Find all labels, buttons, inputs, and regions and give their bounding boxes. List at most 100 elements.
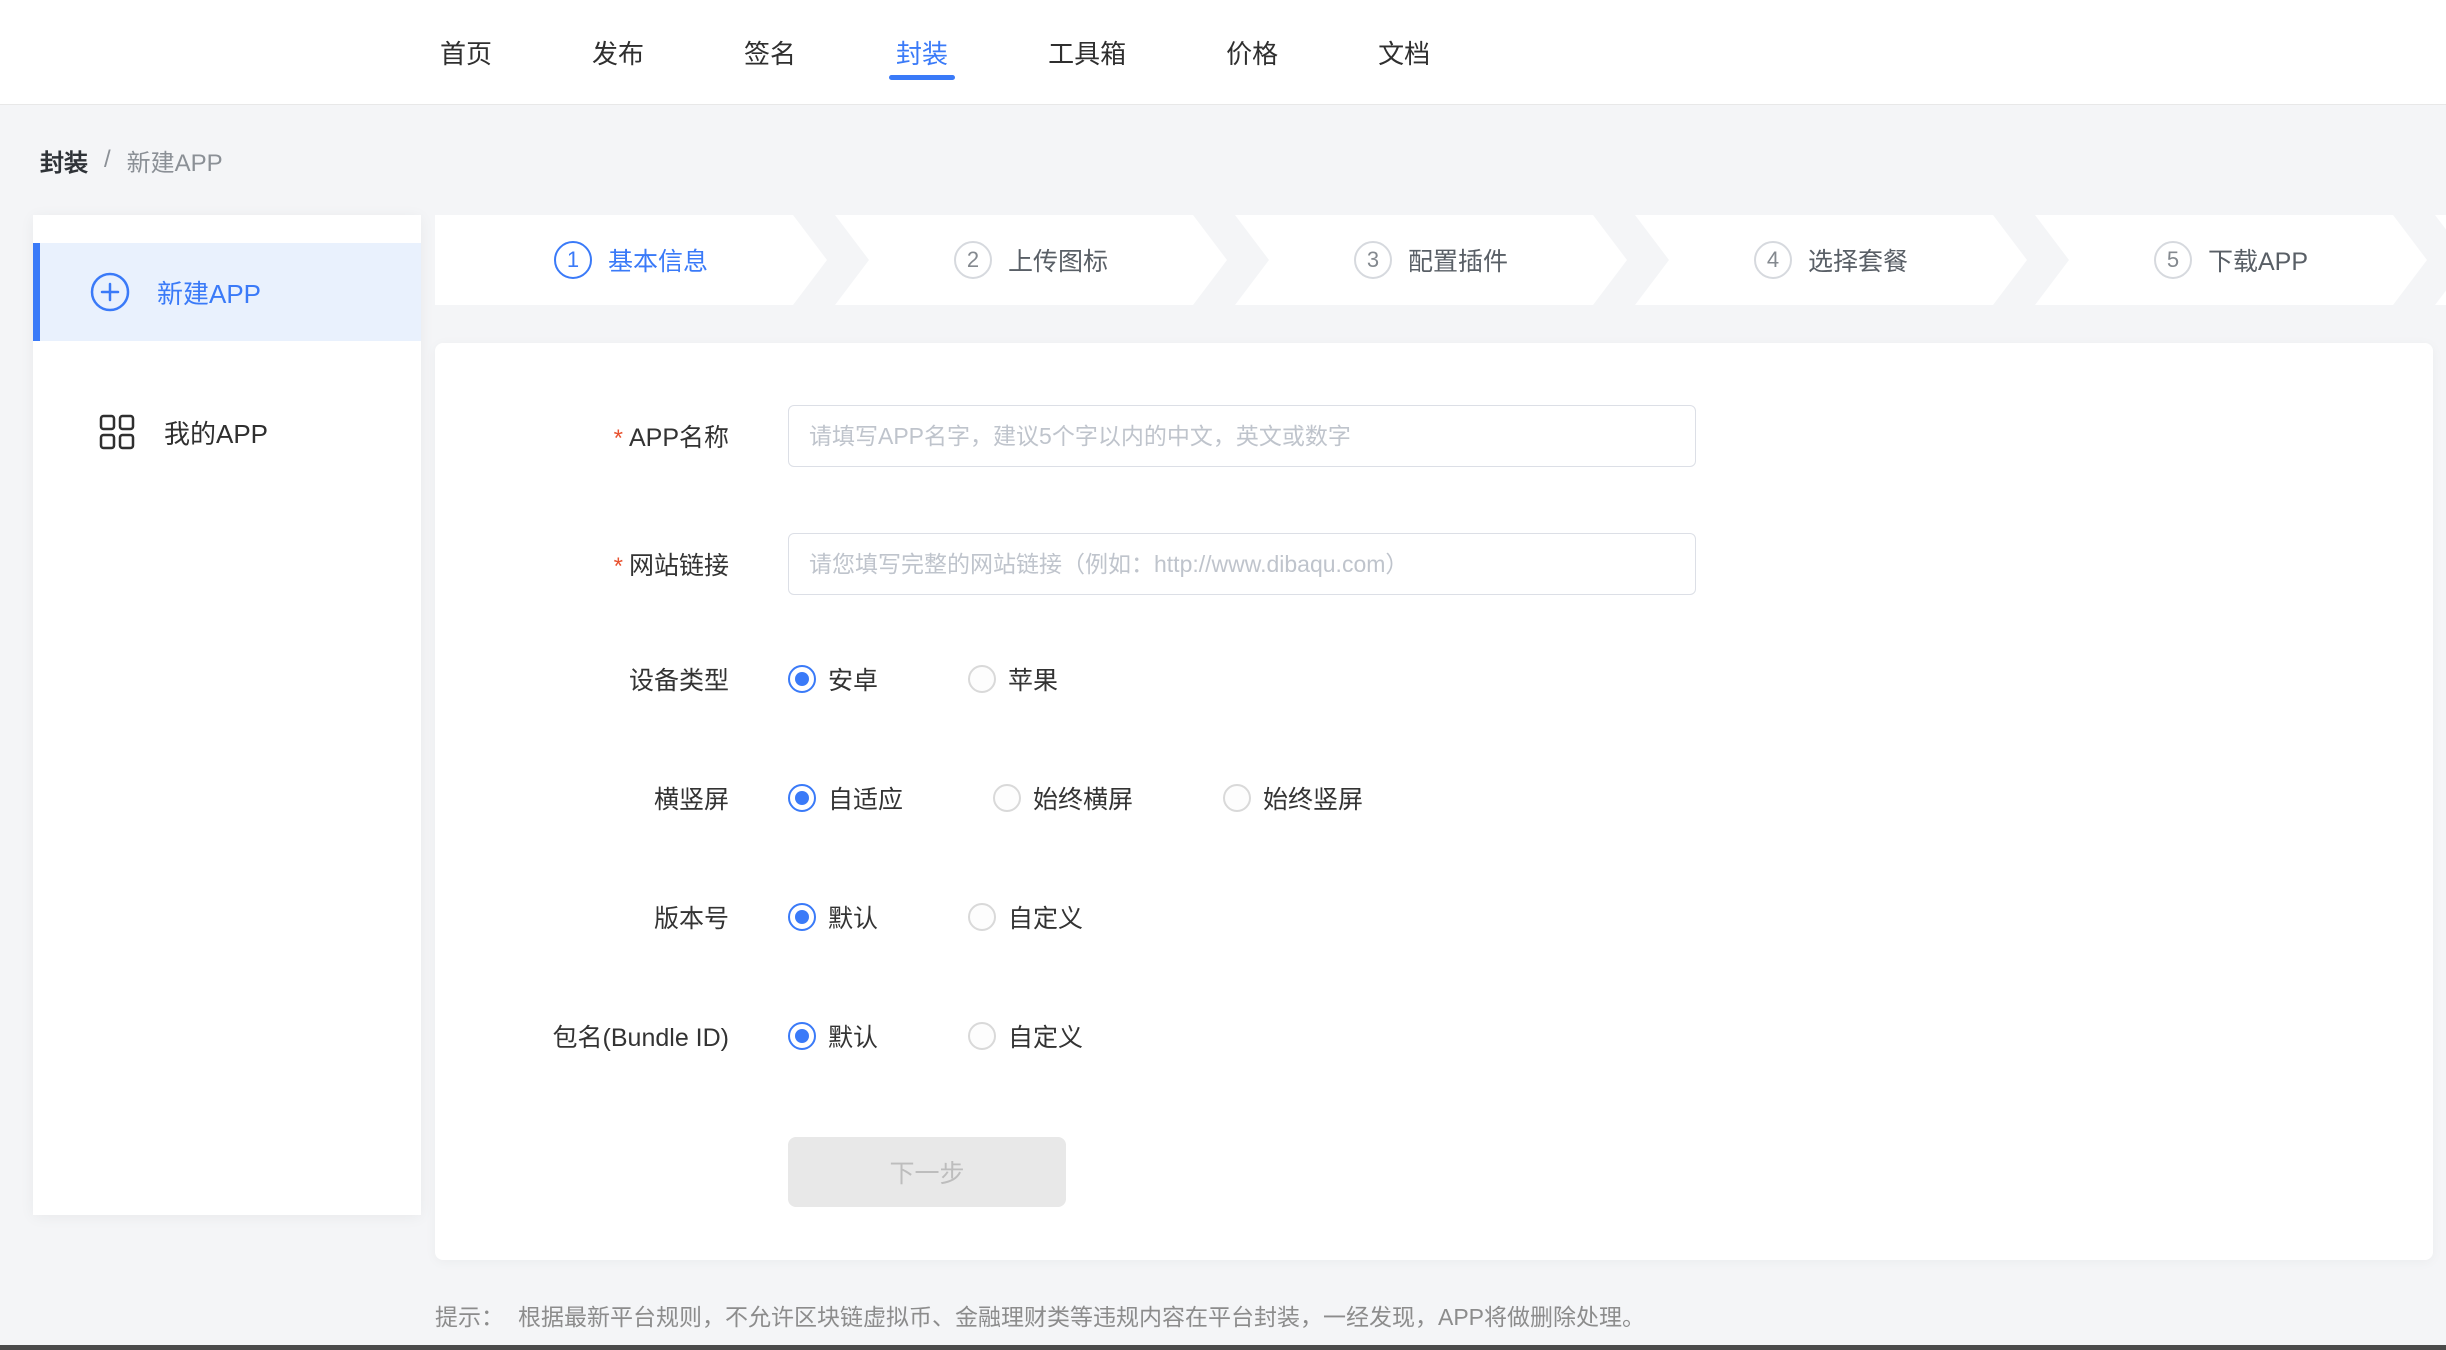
radio-group: 默认 自定义 [788, 1018, 1083, 1054]
required-asterisk: * [614, 553, 623, 580]
radio-icon [968, 665, 996, 693]
radio-option-label: 苹果 [1008, 661, 1058, 697]
radio-option[interactable]: 自定义 [968, 899, 1083, 935]
field-label-text: APP名称 [629, 424, 729, 452]
nav-item-3[interactable]: 签名 [744, 0, 796, 104]
step-wizard: 1 基本信息 2 上传图标 3 配置插件 4 选择套餐 5 下载APP [435, 215, 2446, 305]
nav-item-label: 工具箱 [1048, 34, 1126, 71]
radio-option[interactable]: 始终竖屏 [1223, 780, 1363, 816]
step-number: 2 [967, 247, 979, 273]
new-app-form: *APP名称 *网站链接 设备类型 安卓 苹果 横竖屏 自适应 始终横屏 始终竖… [435, 343, 2433, 1260]
breadcrumb-separator: / [104, 146, 111, 174]
breadcrumb-current: 新建APP [127, 143, 223, 178]
field-label: 版本号 [435, 899, 729, 935]
radio-icon [968, 1022, 996, 1050]
radio-option-label: 自定义 [1008, 1018, 1083, 1054]
radio-option[interactable]: 自定义 [968, 1018, 1083, 1054]
nav-item-label: 签名 [744, 34, 796, 71]
nav-item-2[interactable]: 发布 [592, 0, 644, 104]
form-row-2: 设备类型 安卓 苹果 [435, 661, 2433, 697]
radio-group: 安卓 苹果 [788, 661, 1058, 697]
field-label-text: 设备类型 [629, 667, 729, 695]
field-label-text: 网站链接 [629, 552, 729, 580]
form-row-3: 横竖屏 自适应 始终横屏 始终竖屏 [435, 780, 2433, 816]
radio-group: 自适应 始终横屏 始终竖屏 [788, 780, 1363, 816]
step-number-circle: 4 [1754, 241, 1792, 279]
radio-option[interactable]: 自适应 [788, 780, 903, 816]
radio-option[interactable]: 默认 [788, 1018, 878, 1054]
form-rows-mount: *APP名称 *网站链接 设备类型 安卓 苹果 横竖屏 自适应 始终横屏 始终竖… [435, 405, 2433, 1054]
field-label-text: 版本号 [654, 905, 729, 933]
field-label: *APP名称 [435, 418, 729, 454]
breadcrumb-root[interactable]: 封装 [40, 143, 88, 178]
step-number: 4 [1767, 247, 1779, 273]
tip-text: 根据最新平台规则，不允许区块链虚拟币、金融理财类等违规内容在平台封装，一经发现，… [518, 1298, 1645, 1332]
nav-item-5[interactable]: 工具箱 [1048, 0, 1126, 104]
step-number-circle: 2 [954, 241, 992, 279]
step-number: 3 [1367, 247, 1379, 273]
radio-option-label: 始终横屏 [1033, 780, 1133, 816]
nav-item-label: 文档 [1378, 34, 1430, 71]
step-5: 5 下载APP [2035, 215, 2427, 305]
radio-option-label: 默认 [828, 899, 878, 935]
main-panel: 1 基本信息 2 上传图标 3 配置插件 4 选择套餐 5 下载APP *APP… [435, 215, 2446, 1332]
form-row-5: 包名(Bundle ID) 默认 自定义 [435, 1018, 2433, 1054]
field-label: 包名(Bundle ID) [435, 1018, 729, 1054]
sidebar-item-label: 我的APP [164, 414, 268, 451]
text-input[interactable] [788, 533, 1696, 595]
field-label-text: 横竖屏 [654, 786, 729, 814]
radio-option-label: 始终竖屏 [1263, 780, 1363, 816]
radio-icon [968, 903, 996, 931]
step-label: 基本信息 [608, 242, 708, 278]
step-label: 上传图标 [1008, 242, 1108, 278]
nav-item-1[interactable]: 首页 [440, 0, 492, 104]
sidebar-item-label: 新建APP [157, 274, 261, 311]
radio-icon [788, 665, 816, 693]
field-label: 横竖屏 [435, 780, 729, 816]
field-label-text: 包名(Bundle ID) [553, 1024, 729, 1052]
radio-option[interactable]: 始终横屏 [993, 780, 1133, 816]
field-label: 设备类型 [435, 661, 729, 697]
bottom-divider [0, 1345, 2446, 1350]
sidebar-item-my-app[interactable]: 我的APP [33, 383, 421, 481]
steps-tail-fragment [2435, 215, 2446, 305]
step-number-circle: 5 [2154, 241, 2192, 279]
step-label: 配置插件 [1408, 242, 1508, 278]
tip-prefix: 提示： [435, 1298, 504, 1332]
radio-icon [788, 903, 816, 931]
required-asterisk: * [614, 425, 623, 452]
radio-option-label: 自定义 [1008, 899, 1083, 935]
radio-option[interactable]: 苹果 [968, 661, 1058, 697]
step-number: 1 [567, 247, 579, 273]
content-area: 新建APP 我的APP 1 基本信息 2 上传图标 3 [0, 215, 2446, 1332]
next-step-button[interactable]: 下一步 [788, 1137, 1066, 1207]
nav-item-6[interactable]: 价格 [1226, 0, 1278, 104]
step-label: 下载APP [2208, 242, 2308, 278]
radio-option-label: 自适应 [828, 780, 903, 816]
sidebar-item-new-app[interactable]: 新建APP [33, 243, 421, 341]
step-number: 5 [2167, 247, 2179, 273]
radio-option[interactable]: 默认 [788, 899, 878, 935]
grid-icon [96, 411, 138, 453]
step-4: 4 选择套餐 [1635, 215, 2027, 305]
top-nav: 首页 发布 签名 封装 工具箱 价格 文档 [0, 0, 2446, 105]
radio-icon [993, 784, 1021, 812]
form-row-1: *网站链接 [435, 533, 2433, 595]
step-1: 1 基本信息 [435, 215, 827, 305]
text-input[interactable] [788, 405, 1696, 467]
plus-circle-icon [89, 271, 131, 313]
radio-option-label: 默认 [828, 1018, 878, 1054]
form-row-0: *APP名称 [435, 405, 2433, 467]
breadcrumb: 封装 / 新建APP [0, 105, 2446, 215]
step-number-circle: 3 [1354, 241, 1392, 279]
nav-item-7[interactable]: 文档 [1378, 0, 1430, 104]
radio-icon [788, 784, 816, 812]
nav-item-4[interactable]: 封装 [896, 0, 948, 104]
sidebar: 新建APP 我的APP [33, 215, 421, 1215]
field-label: *网站链接 [435, 546, 729, 582]
nav-item-label: 发布 [592, 34, 644, 71]
step-2: 2 上传图标 [835, 215, 1227, 305]
footer-tip: 提示： 根据最新平台规则，不允许区块链虚拟币、金融理财类等违规内容在平台封装，一… [435, 1298, 2446, 1332]
radio-option[interactable]: 安卓 [788, 661, 878, 697]
nav-item-label: 价格 [1226, 34, 1278, 71]
